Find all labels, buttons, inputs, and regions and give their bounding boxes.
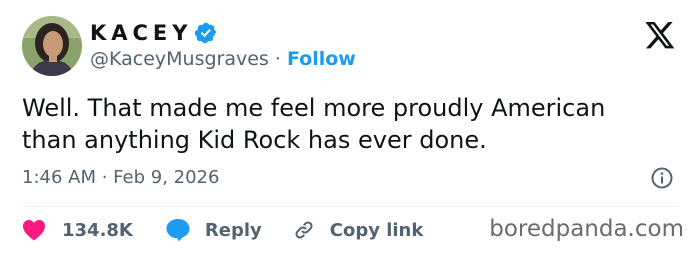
reply-button[interactable]: Reply (165, 218, 262, 242)
handle-row: @KaceyMusgraves · Follow (90, 48, 356, 70)
tweet-text: Well. That made me feel more proudly Ame… (22, 92, 682, 156)
link-icon (295, 221, 313, 239)
info-icon[interactable] (650, 166, 674, 190)
separator-dot: · (268, 48, 287, 70)
display-name[interactable]: KACEY (90, 21, 193, 45)
like-button[interactable]: 134.8K (22, 219, 133, 241)
author-name-row: KACEY (90, 19, 218, 47)
avatar[interactable] (22, 16, 82, 76)
tweet-text-line: Well. That made me feel more proudly Ame… (22, 94, 606, 122)
verified-badge-icon (194, 22, 216, 44)
watermark: boredpanda.com (489, 216, 684, 242)
reply-bubble-icon (166, 219, 190, 242)
reply-label: Reply (204, 219, 262, 241)
copy-link-label: Copy link (329, 219, 424, 241)
x-logo-icon[interactable] (644, 22, 676, 51)
follow-button[interactable]: Follow (287, 48, 356, 70)
like-count: 134.8K (62, 219, 133, 241)
timestamp[interactable]: 1:46 AM · Feb 9, 2026 (22, 167, 219, 188)
author-handle[interactable]: @KaceyMusgraves (90, 48, 269, 70)
copy-link-button[interactable]: Copy link (292, 218, 424, 242)
divider (22, 206, 678, 207)
action-bar: 134.8K Reply Copy link (22, 217, 423, 243)
tweet-text-line: than anything Kid Rock has ever done. (22, 126, 487, 154)
heart-icon (23, 220, 45, 241)
